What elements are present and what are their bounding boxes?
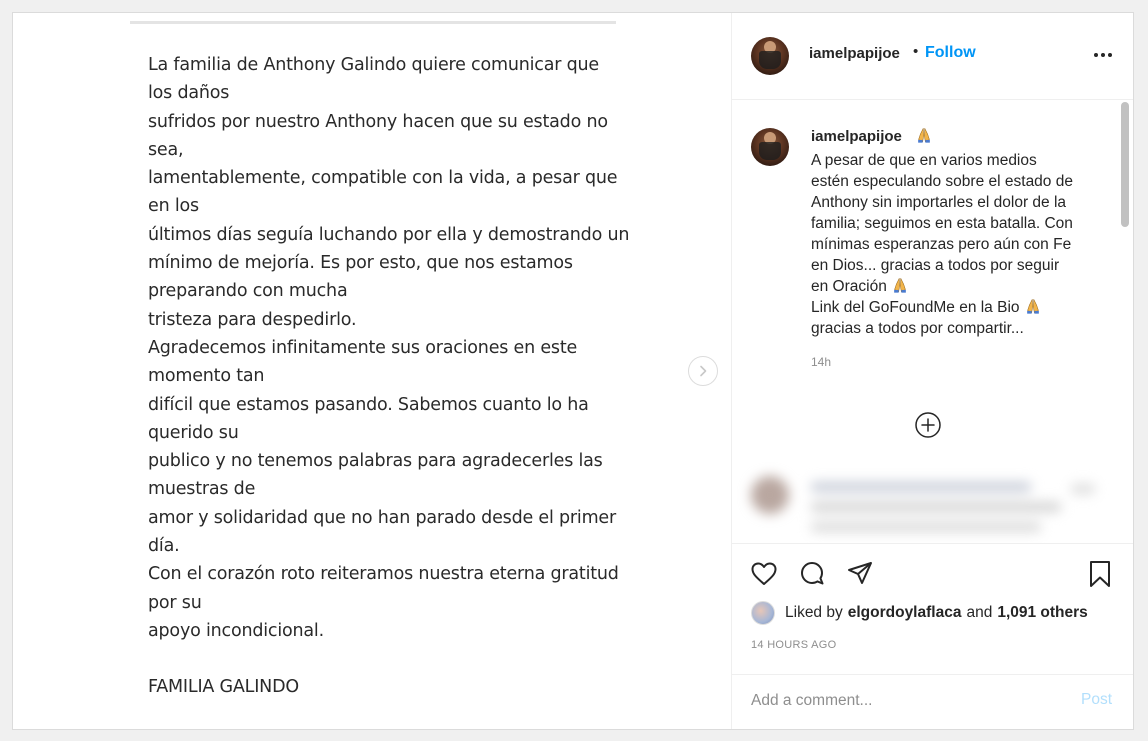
paper-plane-icon [848, 562, 872, 584]
statement-line: querido su [148, 422, 239, 443]
media-top-divider [130, 21, 616, 24]
statement-line: amor y solidaridad que no han parado des… [148, 507, 616, 528]
caption-line: familia; seguimos en esta batalla. Con [811, 215, 1073, 232]
statement-line: Con el corazón roto reiteramos nuestra e… [148, 564, 619, 585]
statement-line: momento tan [148, 366, 265, 387]
plus-circle-icon [915, 412, 941, 438]
avatar[interactable] [751, 601, 775, 625]
save-button[interactable] [1085, 559, 1115, 589]
comment-icon [801, 562, 824, 585]
post-actions: Liked by elgordoylaflaca and 1,091 other… [731, 543, 1133, 674]
caption-line: Anthony sin importarles el dolor de la [811, 194, 1067, 211]
caption-line: en Oración [811, 278, 887, 295]
caption-text: A pesar de que en varios medios estén es… [811, 150, 1101, 339]
header-username[interactable]: iamelpapijoe [809, 45, 900, 62]
blurred-text [811, 482, 1031, 492]
avatar[interactable] [751, 37, 789, 75]
chevron-right-icon [700, 365, 707, 377]
blurred-text [1071, 484, 1095, 494]
folded-hands-icon [915, 126, 933, 144]
statement-line: día. [148, 536, 180, 557]
caption-line: estén especulando sobre el estado de [811, 173, 1073, 190]
statement-line: preparando con mucha [148, 281, 348, 302]
statement-line: lamentablemente, compatible con la vida,… [148, 168, 618, 189]
statement-line: sea, [148, 139, 184, 160]
more-dot [1101, 53, 1105, 57]
post-media: La familia de Anthony Galindo quiere com… [13, 13, 732, 729]
caption-line: gracias a todos por compartir... [811, 320, 1024, 337]
statement-line: muestras de [148, 479, 256, 500]
share-button[interactable] [845, 559, 875, 589]
blurred-text [811, 502, 1061, 512]
liked-by-user-link[interactable]: elgordoylaflaca [848, 604, 962, 622]
more-dot [1108, 53, 1112, 57]
caption-avatar[interactable] [751, 128, 789, 166]
post-modal: La familia de Anthony Galindo quiere com… [12, 12, 1134, 730]
post-comment-button[interactable]: Post [1081, 691, 1112, 709]
statement-line: los daños [148, 83, 230, 104]
blurred-avatar [751, 476, 789, 514]
comment-form: Post [731, 674, 1133, 730]
statement-line: mínimo de mejoría. Es por esto, que nos … [148, 253, 573, 274]
statement-line: por su [148, 592, 202, 613]
follow-button[interactable]: Follow [925, 44, 976, 62]
more-dot [1094, 53, 1098, 57]
caption-line: en Dios... gracias a todos por seguir [811, 257, 1060, 274]
statement-line: difícil que estamos pasando. Sabemos cua… [148, 394, 589, 415]
statement-signoff: FAMILIA GALINDO [148, 677, 299, 698]
caption-username[interactable]: iamelpapijoe [811, 128, 902, 145]
blurred-text [811, 522, 1041, 532]
statement-line: últimos días seguía luchando por ella y … [148, 224, 630, 245]
caption-line: A pesar de que en varios medios [811, 152, 1037, 169]
caption-line-with-emoji: en Oración [811, 276, 1101, 297]
comments-scroll-area[interactable]: iamelpapijoe A pesar de que en varios me… [731, 100, 1133, 543]
statement-line: Agradecemos infinitamente sus oraciones … [148, 337, 578, 358]
statement-text: La familia de Anthony Galindo quiere com… [148, 51, 630, 702]
folded-hands-icon [1024, 297, 1042, 315]
heart-icon [751, 562, 777, 585]
statement-line: tristeza para despedirlo. [148, 309, 357, 330]
comment-button[interactable] [797, 559, 827, 589]
post-timestamp[interactable]: 14 HOURS AGO [751, 639, 837, 651]
statement-line: apoyo incondicional. [148, 620, 324, 641]
like-button[interactable] [749, 559, 779, 589]
caption-line-with-emoji: Link del GoFoundMe en la Bio [811, 297, 1101, 318]
bookmark-icon [1090, 561, 1110, 587]
comment-input[interactable] [751, 689, 1051, 713]
liked-by-prefix: Liked by [785, 604, 843, 621]
caption-line: Link del GoFoundMe en la Bio [811, 299, 1020, 316]
folded-hands-icon [891, 276, 909, 294]
statement-line: publico y no tenemos palabras para agrad… [148, 451, 603, 472]
likes-summary: Liked by elgordoylaflaca and 1,091 other… [751, 600, 1088, 626]
statement-line: sufridos por nuestro Anthony hacen que s… [148, 111, 608, 132]
scrollbar-thumb[interactable] [1121, 102, 1129, 227]
statement-line: La familia de Anthony Galindo quiere com… [148, 55, 599, 75]
load-more-comments-button[interactable] [914, 411, 942, 439]
blurred-comment [751, 466, 1115, 543]
statement-line: en los [148, 196, 199, 217]
post-header: iamelpapijoe • Follow [731, 13, 1133, 100]
separator-dot: • [913, 43, 919, 60]
caption-time[interactable]: 14h [811, 355, 831, 369]
next-image-button[interactable] [688, 356, 718, 386]
more-horizontal-icon[interactable] [1091, 45, 1115, 65]
likes-count-link[interactable]: 1,091 others [997, 604, 1087, 622]
liked-by-and: and [966, 604, 993, 621]
post-side-panel: iamelpapijoe • Follow iamelpapijoe A pes… [731, 13, 1133, 729]
caption-line: mínimas esperanzas pero aún con Fe [811, 236, 1072, 253]
